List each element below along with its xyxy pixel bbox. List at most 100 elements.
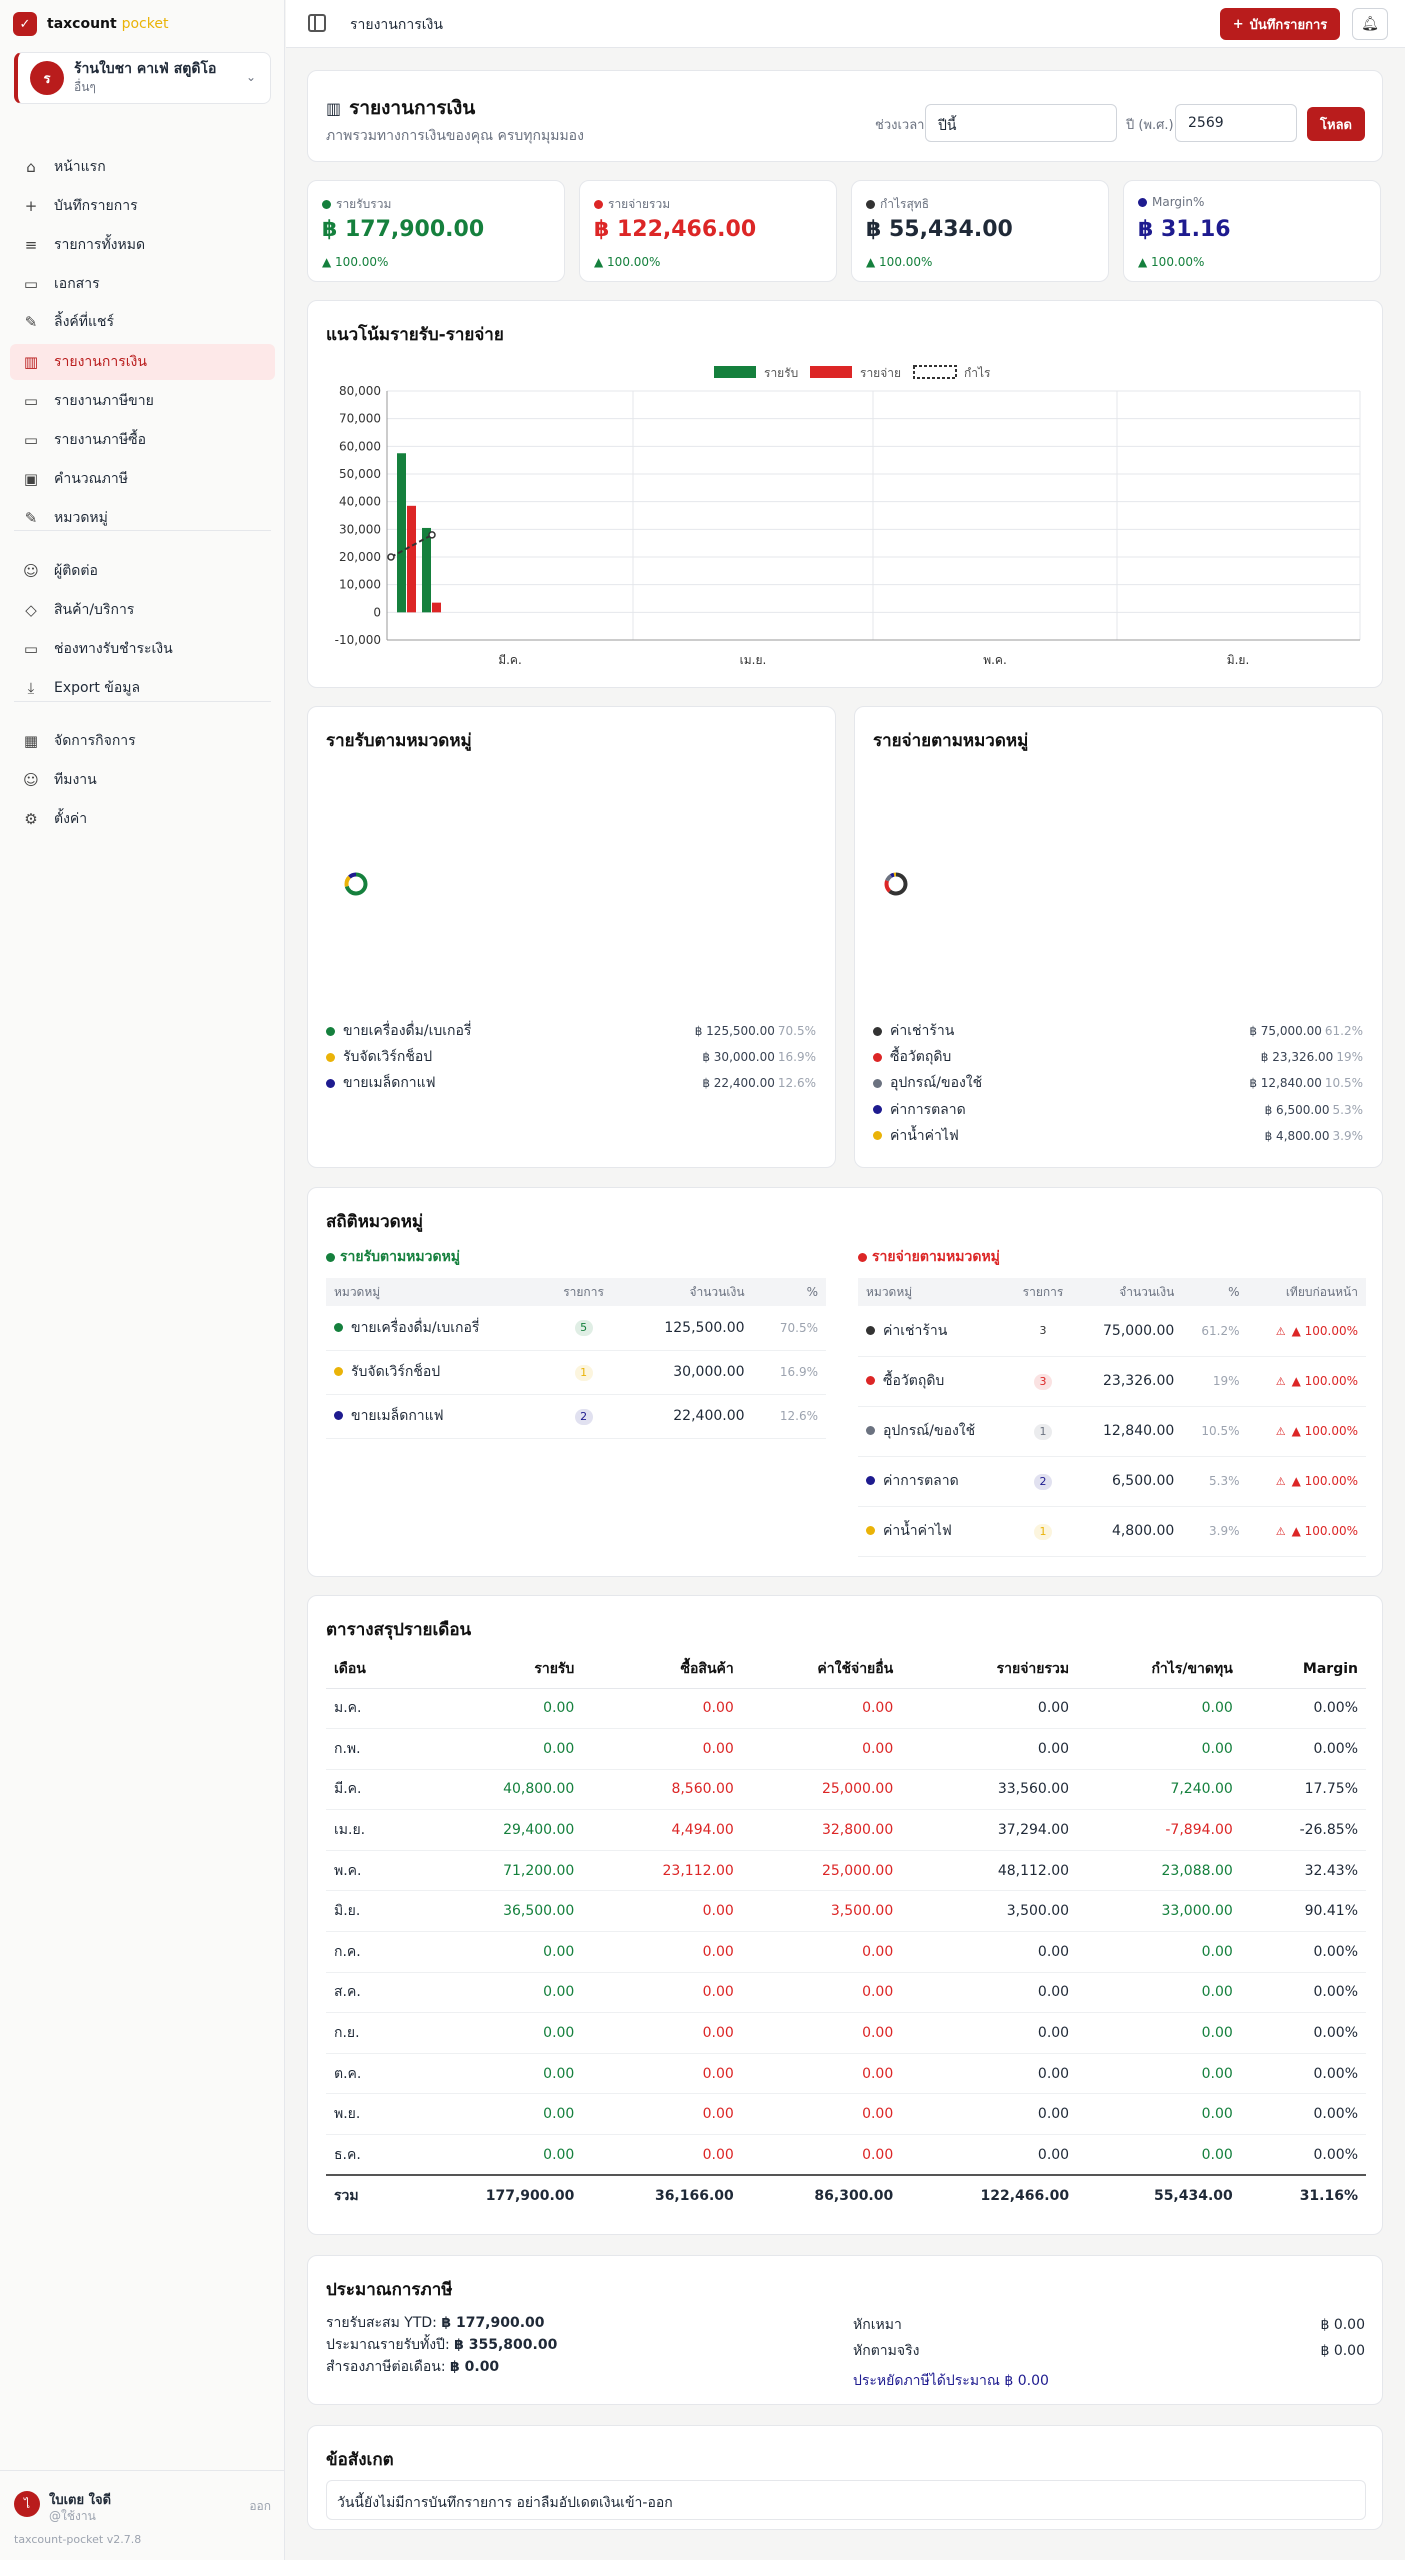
table-row[interactable]: ค่าน้ำค่าไฟ 1 4,800.00 3.9% ⚠ ▲ 100.00% xyxy=(858,1506,1366,1557)
column-header[interactable]: % xyxy=(1182,1278,1248,1306)
table-row[interactable]: ก.พ. 0.00 0.00 0.00 0.00 0.00 0.00% xyxy=(326,1728,1366,1770)
percent-cell: 5.3% xyxy=(1182,1456,1248,1507)
legend-item[interactable]: รับจัดเวิร์กช็อป ฿ 30,000.00 16.9% xyxy=(326,1047,816,1067)
cell: ม.ค. xyxy=(326,1688,407,1730)
add-transaction-button[interactable]: + บันทึกรายการ xyxy=(1220,8,1340,40)
kpi-value: ฿ 122,466.00 xyxy=(594,217,757,242)
table-row[interactable]: ส.ค. 0.00 0.00 0.00 0.00 0.00 0.00% xyxy=(326,1972,1366,2014)
sidebar-item-7[interactable]: ▭ รายงานภาษีขาย xyxy=(10,383,275,419)
table-row[interactable]: เม.ย. 29,400.00 4,494.00 32,800.00 37,294.00… xyxy=(326,1809,1366,1851)
legend-item[interactable]: ค่าน้ำค่าไฟ ฿ 4,800.00 3.9% xyxy=(873,1126,1363,1146)
column-header[interactable]: ค่าใช้จ่ายอื่น xyxy=(741,1650,902,1689)
sidebar-item-2[interactable]: + บันทึกรายการ xyxy=(10,188,275,224)
sidebar-item-16[interactable]: ☺ ทีมงาน xyxy=(10,762,275,798)
profit-point[interactable] xyxy=(387,553,395,561)
bar-expense-2[interactable] xyxy=(432,602,441,613)
legend-item[interactable]: ค่าเช่าร้าน ฿ 75,000.00 61.2% xyxy=(873,1021,1363,1041)
legend-category-name: ค่าการตลาด xyxy=(890,1101,966,1118)
tax-title: ประมาณการภาษี xyxy=(326,2280,453,2300)
sidebar-item-11[interactable]: ☺ ผู้ติดต่อ xyxy=(10,553,275,589)
legend-amount: ฿ 4,800.00 xyxy=(1264,1128,1330,1143)
cell: 0.00 xyxy=(741,2134,902,2176)
legend-percent: 10.5% xyxy=(1324,1076,1363,1091)
sidebar-item-17[interactable]: ⚙ ตั้งค่า xyxy=(10,801,275,837)
category-cell: ค่าการตลาด xyxy=(858,1456,1009,1507)
sidebar-item-1[interactable]: ⌂ หน้าแรก xyxy=(10,149,275,185)
column-header[interactable]: รายจ่ายรวม xyxy=(901,1650,1078,1689)
profit-point[interactable] xyxy=(428,531,436,539)
year-input[interactable]: 2569 xyxy=(1175,104,1297,142)
table-row[interactable]: ค่าเช่าร้าน 3 75,000.00 61.2% ⚠ ▲ 100.00% xyxy=(858,1306,1366,1357)
table-row[interactable]: ก.ย. 0.00 0.00 0.00 0.00 0.00 0.00% xyxy=(326,2012,1366,2054)
bar-income-1[interactable] xyxy=(397,453,406,613)
table-row[interactable]: รับจัดเวิร์กช็อป 1 30,000.00 16.9% xyxy=(326,1350,826,1395)
table-row[interactable]: พ.ย. 0.00 0.00 0.00 0.00 0.00 0.00% xyxy=(326,2093,1366,2136)
legend-swatch-2[interactable] xyxy=(810,366,852,378)
sidebar-item-4[interactable]: ▭ เอกสาร xyxy=(10,266,275,302)
logout-button[interactable]: ออก xyxy=(249,2497,271,2516)
table-row[interactable]: มิ.ย. 36,500.00 0.00 3,500.00 3,500.00 33,000… xyxy=(326,1890,1366,1933)
sidebar-item-15[interactable]: ▦ จัดการกิจการ xyxy=(10,723,275,759)
workspace-switcher[interactable]: ร ร้านใบชา คาเฟ่ สตูดิโอ อื่นๆ ⌄ xyxy=(14,52,271,104)
column-header[interactable]: % xyxy=(752,1278,826,1306)
legend-swatch-3[interactable] xyxy=(913,365,957,379)
sidebar-item-12[interactable]: ◇ สินค้า/บริการ xyxy=(10,592,275,628)
kpi-value: ฿ 31.16 xyxy=(1138,217,1231,242)
legend-item[interactable]: ค่าการตลาด ฿ 6,500.00 5.3% xyxy=(873,1100,1363,1120)
sidebar-toggle-icon[interactable] xyxy=(308,14,326,32)
sidebar-item-8[interactable]: ▭ รายงานภาษีซื้อ xyxy=(10,422,275,458)
column-header[interactable]: หมวดหมู่ xyxy=(858,1278,1009,1306)
credit-card-icon: ▭ xyxy=(23,640,39,658)
table-row[interactable]: มี.ค. 40,800.00 8,560.00 25,000.00 33,560.00… xyxy=(326,1769,1366,1811)
legend-swatch-1[interactable] xyxy=(714,366,756,378)
sidebar-item-5[interactable]: ✎ ลิ้งค์ที่แชร์ xyxy=(10,304,275,340)
sidebar-item-3[interactable]: ≡ รายการทั้งหมด xyxy=(10,227,275,263)
load-button[interactable]: โหลด xyxy=(1307,107,1365,141)
legend-item[interactable]: ซื้อวัตถุดิบ ฿ 23,326.00 19% xyxy=(873,1047,1363,1067)
table-row[interactable]: พ.ค. 71,200.00 23,112.00 25,000.00 48,112.00… xyxy=(326,1850,1366,1892)
legend-category-name: ซื้อวัตถุดิบ xyxy=(890,1049,952,1066)
category-name: ขายเมล็ดกาแฟ xyxy=(351,1408,444,1424)
percent-cell: 16.9% xyxy=(752,1350,826,1395)
table-row[interactable]: ก.ค. 0.00 0.00 0.00 0.00 0.00 0.00% xyxy=(326,1931,1366,1973)
period-select[interactable]: ปีนี้ xyxy=(925,104,1117,142)
column-header[interactable]: เทียบก่อนหน้า xyxy=(1247,1278,1366,1306)
legend-item[interactable]: ขายเครื่องดื่ม/เบเกอรี่ ฿ 125,500.00 70.5% xyxy=(326,1021,816,1041)
table-row[interactable]: ขายเมล็ดกาแฟ 2 22,400.00 12.6% xyxy=(326,1394,826,1439)
y-tick-label: 50,000 xyxy=(339,467,381,481)
sidebar-item-13[interactable]: ▭ ช่องทางรับชำระเงิน xyxy=(10,631,275,667)
column-header[interactable]: จำนวนเงิน xyxy=(1077,1278,1183,1306)
column-header[interactable]: จำนวนเงิน xyxy=(622,1278,753,1306)
notification-button[interactable]: 🔔︎ xyxy=(1352,8,1388,40)
column-header[interactable]: รายรับ xyxy=(406,1650,583,1689)
column-header[interactable]: กำไร/ขาดทุน xyxy=(1077,1650,1241,1689)
bar-expense-1[interactable] xyxy=(407,505,416,613)
category-dot-icon xyxy=(866,1325,875,1335)
column-header[interactable]: หมวดหมู่ xyxy=(326,1278,546,1306)
column-header[interactable]: เดือน xyxy=(326,1650,407,1689)
column-header[interactable]: รายการ xyxy=(545,1278,623,1306)
brand[interactable]: ✓ taxcount pocket xyxy=(0,0,284,48)
table-row[interactable]: ขายเครื่องดื่ม/เบเกอรี่ 5 125,500.00 70.5% xyxy=(326,1306,826,1351)
column-header[interactable]: ซื้อสินค้า xyxy=(582,1650,742,1689)
change-cell: ⚠ ▲ 100.00% xyxy=(1247,1456,1366,1507)
table-row[interactable]: อุปกรณ์/ของใช้ 1 12,840.00 10.5% ⚠ ▲ 100.00% xyxy=(858,1406,1366,1457)
sidebar-item-9[interactable]: ▣ คำนวณภาษี xyxy=(10,461,275,497)
table-row[interactable]: ม.ค. 0.00 0.00 0.00 0.00 0.00 0.00% xyxy=(326,1688,1366,1730)
cell: -7,894.00 xyxy=(1077,1809,1241,1851)
column-header[interactable]: รายการ xyxy=(1008,1278,1078,1306)
table-row[interactable]: ธ.ค. 0.00 0.00 0.00 0.00 0.00 0.00% xyxy=(326,2134,1366,2176)
table-row[interactable]: ซื้อวัตถุดิบ 3 23,326.00 19% ⚠ ▲ 100.00% xyxy=(858,1356,1366,1407)
table-row[interactable]: ต.ค. 0.00 0.00 0.00 0.00 0.00 0.00% xyxy=(326,2053,1366,2095)
count-cell: 3 xyxy=(1008,1356,1078,1407)
column-header[interactable]: Margin xyxy=(1240,1650,1366,1689)
cell: ธ.ค. xyxy=(326,2134,407,2176)
cell: 25,000.00 xyxy=(741,1769,902,1811)
app-version: taxcount-pocket v2.7.8 xyxy=(14,2533,142,2546)
sidebar-item-6[interactable]: ▥ รายงานการเงิน xyxy=(10,344,275,380)
document-icon: ▭ xyxy=(23,392,39,410)
legend-item[interactable]: ขายเมล็ดกาแฟ ฿ 22,400.00 12.6% xyxy=(326,1073,816,1093)
legend-item[interactable]: อุปกรณ์/ของใช้ ฿ 12,840.00 10.5% xyxy=(873,1073,1363,1093)
kpi-label: กำไรสุทธิ xyxy=(880,197,930,211)
table-row[interactable]: ค่าการตลาด 2 6,500.00 5.3% ⚠ ▲ 100.00% xyxy=(858,1456,1366,1507)
